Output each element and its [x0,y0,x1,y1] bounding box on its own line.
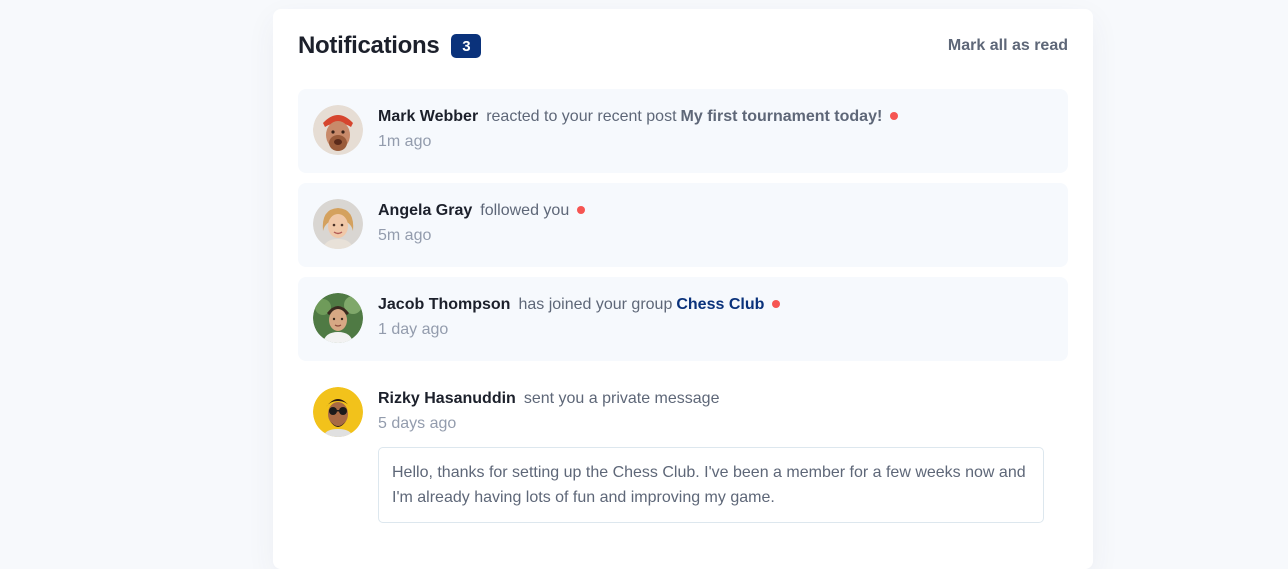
user-name[interactable]: Mark Webber [378,108,478,125]
user-name[interactable]: Angela Gray [378,202,472,219]
post-link[interactable]: My first tournament today! [681,108,883,125]
unread-dot [890,111,899,120]
group-link[interactable]: Chess Club [676,296,764,313]
mark-webber-avatar-icon [313,105,363,155]
notification-action: sent you a private message [523,390,720,407]
avatar[interactable] [313,293,363,343]
user-name[interactable]: Jacob Thompson [378,296,510,313]
notification-content: Angela Gray followed you 5m ago [378,199,1053,247]
notification-action: followed you [480,202,570,219]
notification-text: Angela Gray followed you [378,200,1053,222]
notifications-card: Notifications 3 Mark all as read Mark We… [273,9,1093,569]
notification-text: Rizky Hasanuddin sent you a private messa… [378,388,1053,410]
avatar[interactable] [313,105,363,155]
jacob-thompson-avatar-icon [313,293,363,343]
page-title: Notifications [298,32,440,59]
notification-time: 5 days ago [378,415,457,432]
private-message[interactable]: Hello, thanks for setting up the Chess C… [378,447,1044,523]
notification-action: reacted to your recent post [486,108,677,125]
notification-item[interactable]: Mark Webber reacted to your recent post My… [298,89,1068,173]
notification-time: 5m ago [378,227,432,244]
notification-action: has joined your group [518,296,673,313]
avatar[interactable] [313,387,363,437]
notifications-header: Notifications 3 Mark all as read [298,31,1068,61]
unread-dot [772,299,781,308]
angela-gray-avatar-icon [313,199,363,249]
notification-time: 1 day ago [378,321,449,338]
title-group: Notifications 3 [298,32,482,60]
notification-content: Rizky Hasanuddin sent you a private messa… [378,387,1053,523]
rizky-hasanuddin-avatar-icon [313,387,363,437]
unread-count-badge: 3 [451,34,482,58]
notification-content: Jacob Thompson has joined your group Chess… [378,293,1053,341]
user-name[interactable]: Rizky Hasanuddin [378,390,516,407]
notification-time: 1m ago [378,133,432,150]
notification-list: Mark Webber reacted to your recent post My… [298,89,1068,549]
notification-item[interactable]: Jacob Thompson has joined your group Chess… [298,277,1068,361]
avatar[interactable] [313,199,363,249]
notification-text: Jacob Thompson has joined your group Chess… [378,294,1053,316]
notification-text: Mark Webber reacted to your recent post My… [378,106,1053,128]
unread-dot [577,205,586,214]
mark-all-read-button[interactable]: Mark all as read [948,37,1068,55]
notification-item[interactable]: Angela Gray followed you 5m ago [298,183,1068,267]
notification-content: Mark Webber reacted to your recent post My… [378,105,1053,153]
notification-item[interactable]: Rizky Hasanuddin sent you a private messa… [298,371,1068,539]
